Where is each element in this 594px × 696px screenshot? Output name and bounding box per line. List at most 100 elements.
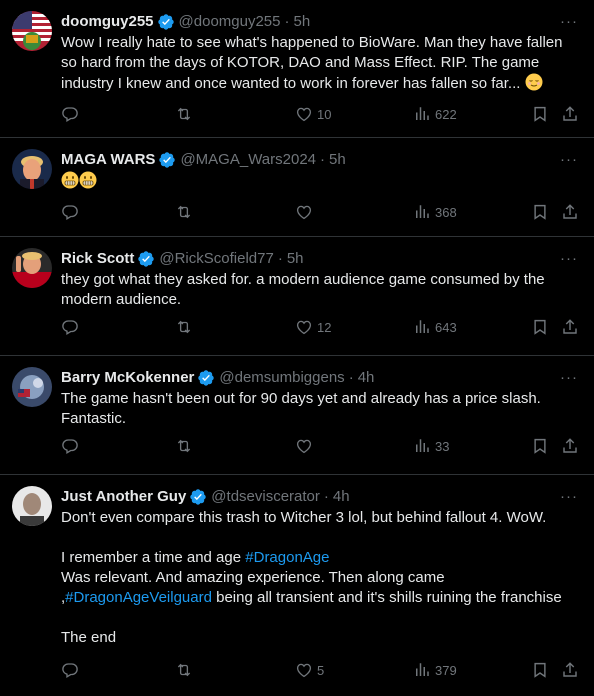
user-handle[interactable]: @doomguy255	[179, 12, 281, 32]
user-handle[interactable]: @RickScofield77	[159, 249, 273, 269]
bookmark-button[interactable]	[531, 318, 549, 336]
share-icon	[561, 661, 579, 679]
hashtag-link[interactable]: #DragonAgeVeilguard	[65, 589, 212, 606]
reply-button[interactable]	[61, 661, 79, 679]
retweet-button[interactable]	[175, 105, 193, 123]
bookmark-button[interactable]	[531, 661, 549, 679]
like-button[interactable]: 10	[295, 105, 331, 123]
timestamp[interactable]: 5h	[287, 249, 304, 269]
user-handle[interactable]: @tdseviscerator	[211, 487, 320, 507]
more-icon[interactable]: ···	[560, 369, 578, 386]
more-icon[interactable]: ···	[560, 250, 578, 267]
tweet[interactable]: Barry McKokenner @demsumbiggens · 4h ···…	[0, 356, 594, 475]
share-button[interactable]	[561, 437, 579, 455]
timestamp[interactable]: 4h	[358, 368, 375, 388]
hashtag-link[interactable]: #DragonAge	[245, 549, 329, 566]
separator-dot: ·	[348, 369, 354, 386]
like-icon	[295, 661, 313, 679]
retweet-button[interactable]	[175, 203, 193, 221]
tweet-text: The game hasn't been out for 90 days yet…	[61, 390, 545, 427]
tweet-header: Barry McKokenner @demsumbiggens · 4h	[61, 368, 578, 388]
views-button[interactable]: 622	[413, 105, 457, 123]
display-name[interactable]: MAGA WARS	[61, 150, 155, 170]
bookmark-button[interactable]	[531, 105, 549, 123]
share-button[interactable]	[561, 318, 579, 336]
avatar[interactable]	[12, 248, 52, 288]
tweet-actions: 33	[61, 437, 578, 457]
like-button[interactable]	[295, 203, 317, 221]
share-button[interactable]	[561, 203, 579, 221]
tweet-actions: 5 379	[61, 661, 578, 681]
tweet-header: MAGA WARS @MAGA_Wars2024 · 5h	[61, 150, 578, 170]
avatar[interactable]	[12, 367, 52, 407]
display-name[interactable]: doomguy255	[61, 12, 154, 32]
user-handle[interactable]: @MAGA_Wars2024	[180, 150, 316, 170]
retweet-icon	[175, 661, 193, 679]
reply-icon	[61, 203, 79, 221]
reply-icon	[61, 661, 79, 679]
bookmark-icon	[531, 105, 549, 123]
share-button[interactable]	[561, 661, 579, 679]
share-button[interactable]	[561, 105, 579, 123]
timestamp[interactable]: 4h	[333, 487, 350, 507]
like-icon	[295, 105, 313, 123]
bookmark-button[interactable]	[531, 437, 549, 455]
reply-icon	[61, 437, 79, 455]
views-button[interactable]: 33	[413, 437, 449, 455]
verified-badge-icon	[189, 488, 207, 506]
like-button[interactable]	[295, 437, 317, 455]
reply-button[interactable]	[61, 437, 79, 455]
retweet-button[interactable]	[175, 661, 193, 679]
display-name[interactable]: Just Another Guy	[61, 487, 186, 507]
view-count: 622	[435, 106, 457, 122]
tweet-line: I remember a time and age	[61, 549, 246, 566]
tweet-actions: 12 643	[61, 318, 578, 338]
tweet-text: they got what they asked for. a modern a…	[61, 271, 549, 308]
views-icon	[413, 203, 431, 221]
like-count: 5	[317, 662, 325, 678]
like-button[interactable]: 12	[295, 318, 331, 336]
reply-icon	[61, 318, 79, 336]
avatar[interactable]	[12, 11, 52, 51]
verified-badge-icon	[157, 13, 175, 31]
reply-button[interactable]	[61, 105, 79, 123]
tweet[interactable]: doomguy255 @doomguy255 · 5h ··· Wow I re…	[0, 0, 594, 138]
user-handle[interactable]: @demsumbiggens	[219, 368, 344, 388]
reply-button[interactable]	[61, 318, 79, 336]
timestamp[interactable]: 5h	[294, 12, 311, 32]
retweet-icon	[175, 318, 193, 336]
views-icon	[413, 318, 431, 336]
tweet-line: Was relevant. And amazing experience. Th…	[61, 569, 445, 586]
retweet-button[interactable]	[175, 318, 193, 336]
more-icon[interactable]: ···	[560, 488, 578, 505]
grimacing-face-emoji	[61, 171, 79, 195]
avatar[interactable]	[12, 149, 52, 189]
more-icon[interactable]: ···	[560, 13, 578, 30]
views-button[interactable]: 368	[413, 203, 457, 221]
retweet-icon	[175, 203, 193, 221]
like-button[interactable]: 5	[295, 661, 324, 679]
retweet-button[interactable]	[175, 437, 193, 455]
verified-badge-icon	[158, 151, 176, 169]
display-name[interactable]: Rick Scott	[61, 249, 134, 269]
views-button[interactable]: 379	[413, 661, 457, 679]
share-icon	[561, 318, 579, 336]
tweet-text: Don't even compare this trash to Witcher…	[61, 508, 578, 648]
tweet[interactable]: Rick Scott @RickScofield77 · 5h ··· they…	[0, 237, 594, 356]
display-name[interactable]: Barry McKokenner	[61, 368, 194, 388]
tweet[interactable]: Just Another Guy @tdseviscerator · 4h ··…	[0, 475, 594, 696]
more-icon[interactable]: ···	[560, 151, 578, 168]
timestamp[interactable]: 5h	[329, 150, 346, 170]
view-count: 33	[435, 438, 450, 454]
tweet[interactable]: MAGA WARS @MAGA_Wars2024 · 5h ··· 368	[0, 138, 594, 237]
tweet-header: Just Another Guy @tdseviscerator · 4h	[61, 487, 578, 507]
bookmark-button[interactable]	[531, 203, 549, 221]
views-button[interactable]: 643	[413, 318, 457, 336]
tweet-header: doomguy255 @doomguy255 · 5h	[61, 12, 578, 32]
separator-dot: ·	[284, 13, 290, 30]
view-count: 368	[435, 204, 457, 220]
reply-button[interactable]	[61, 203, 79, 221]
tweet-line: being all transient and it's shills ruin…	[211, 589, 562, 606]
separator-dot: ·	[320, 151, 326, 168]
avatar[interactable]	[12, 486, 52, 526]
